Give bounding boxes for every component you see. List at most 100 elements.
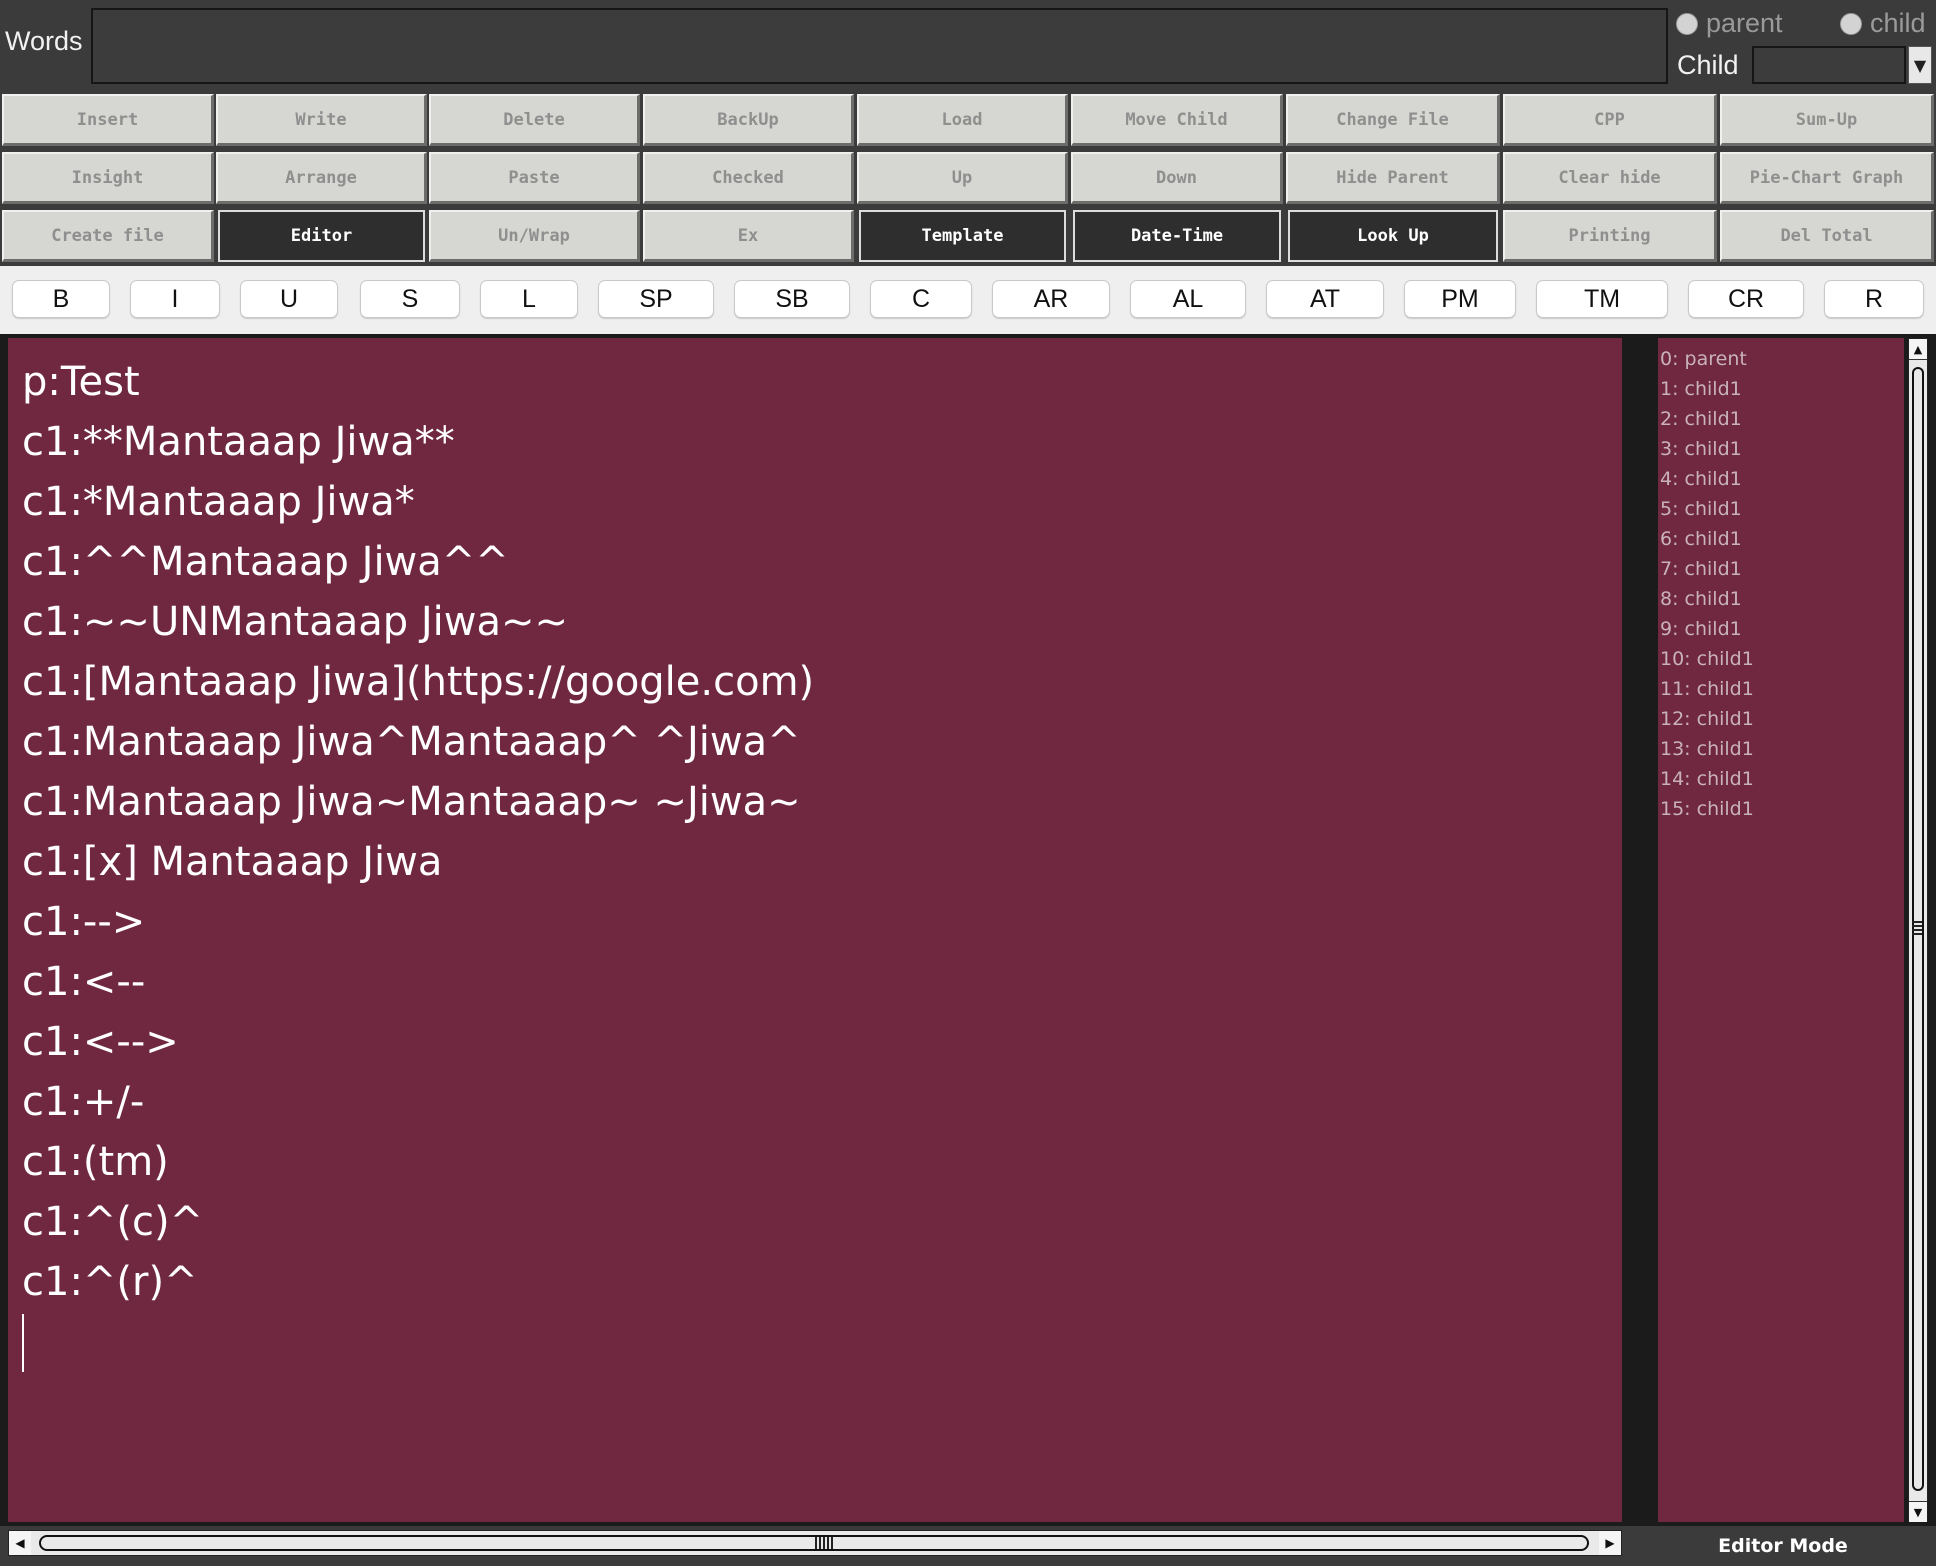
editor-line: c1:Mantaaap Jiwa~Mantaaap~ ~Jiwa~ [22, 779, 801, 825]
format-sp-button[interactable]: SP [598, 280, 714, 318]
format-bold-button[interactable]: B [12, 280, 110, 318]
editor-horizontal-scrollbar[interactable]: ◀ ▶ [8, 1530, 1622, 1556]
list-item[interactable]: 6: child1 [1658, 524, 1904, 554]
status-bar: Editor Mode [1630, 1526, 1936, 1562]
list-item[interactable]: 10: child1 [1658, 644, 1904, 674]
format-tm-button[interactable]: TM [1536, 280, 1668, 318]
change-file-button[interactable]: Change File [1286, 94, 1500, 146]
editor-button[interactable]: Editor [218, 210, 425, 262]
list-item[interactable]: 14: child1 [1658, 764, 1904, 794]
format-underline-button[interactable]: U [240, 280, 338, 318]
create-file-button[interactable]: Create file [2, 210, 214, 262]
editor-textarea[interactable]: p:Test c1:**Mantaaap Jiwa** c1:*Mantaaap… [8, 338, 1622, 1522]
list-item[interactable]: 2: child1 [1658, 404, 1904, 434]
insight-button[interactable]: Insight [2, 152, 214, 204]
child-select-dropdown-button[interactable]: ▼ [1908, 46, 1932, 84]
radio-child-label: child [1870, 8, 1926, 38]
format-strike-button[interactable]: S [360, 280, 460, 318]
editor-line: c1:Mantaaap Jiwa^Mantaaap^ ^Jiwa^ [22, 719, 801, 765]
editor-line: c1:(tm) [22, 1139, 169, 1185]
pie-chart-graph-button[interactable]: Pie-Chart Graph [1720, 152, 1934, 204]
hide-parent-button[interactable]: Hide Parent [1286, 152, 1500, 204]
printing-button[interactable]: Printing [1503, 210, 1717, 262]
scroll-up-arrow-icon[interactable]: ▲ [1909, 339, 1927, 360]
scroll-down-arrow-icon[interactable]: ▼ [1909, 1501, 1927, 1522]
editor-line: c1:--> [22, 899, 146, 945]
radio-parent[interactable]: parent [1676, 8, 1783, 39]
mode-status-label: Editor Mode [1718, 1535, 1848, 1557]
editor-line: c1:<-- [22, 959, 146, 1005]
sum-up-button[interactable]: Sum-Up [1720, 94, 1934, 146]
insert-button[interactable]: Insert [2, 94, 214, 146]
format-cr-button[interactable]: CR [1688, 280, 1804, 318]
scroll-grip-icon[interactable] [815, 1537, 835, 1549]
scroll-grip-icon[interactable] [1912, 921, 1922, 935]
format-italic-button[interactable]: I [130, 280, 220, 318]
format-at-button[interactable]: AT [1266, 280, 1384, 318]
radio-child-icon [1840, 12, 1862, 35]
list-item[interactable]: 9: child1 [1658, 614, 1904, 644]
ex-button[interactable]: Ex [643, 210, 854, 262]
words-input[interactable] [91, 8, 1668, 84]
format-c-button[interactable]: C [870, 280, 972, 318]
template-button[interactable]: Template [859, 210, 1066, 262]
paste-button[interactable]: Paste [429, 152, 640, 204]
command-grid: Insert Write Delete BackUp Load Move Chi… [0, 92, 1936, 266]
editor-line: p:Test [22, 359, 140, 405]
format-ar-button[interactable]: AR [992, 280, 1110, 318]
write-button[interactable]: Write [216, 94, 427, 146]
checked-button[interactable]: Checked [643, 152, 854, 204]
editor-line: c1:+/- [22, 1079, 145, 1125]
format-al-button[interactable]: AL [1130, 280, 1246, 318]
radio-parent-icon [1676, 12, 1698, 35]
date-time-button[interactable]: Date-Time [1073, 210, 1281, 262]
unwrap-button[interactable]: Un/Wrap [429, 210, 640, 262]
list-item[interactable]: 1: child1 [1658, 374, 1904, 404]
scroll-track[interactable] [39, 1535, 1589, 1551]
down-button[interactable]: Down [1071, 152, 1283, 204]
scroll-right-arrow-icon[interactable]: ▶ [1599, 1531, 1621, 1555]
clear-hide-button[interactable]: Clear hide [1503, 152, 1717, 204]
list-item[interactable]: 12: child1 [1658, 704, 1904, 734]
del-total-button[interactable]: Del Total [1720, 210, 1934, 262]
radio-parent-label: parent [1706, 8, 1783, 38]
list-item[interactable]: 4: child1 [1658, 464, 1904, 494]
child-select[interactable] [1752, 46, 1906, 84]
list-item[interactable]: 7: child1 [1658, 554, 1904, 584]
delete-button[interactable]: Delete [429, 94, 640, 146]
list-item[interactable]: 11: child1 [1658, 674, 1904, 704]
editor-line: c1:^(c)^ [22, 1199, 204, 1245]
cpp-button[interactable]: CPP [1503, 94, 1717, 146]
editor-line: c1:^^Mantaaap Jiwa^^ [22, 539, 509, 585]
child-label: Child [1677, 50, 1739, 80]
child-list-vertical-scrollbar[interactable]: ▲ ▼ [1908, 338, 1928, 1522]
chevron-down-icon: ▼ [1913, 55, 1927, 75]
child-list[interactable]: 0: parent 1: child1 2: child1 3: child1 … [1658, 338, 1904, 1522]
words-bar: Words parent child Child ▼ [0, 0, 1936, 92]
format-r-button[interactable]: R [1824, 280, 1924, 318]
look-up-button[interactable]: Look Up [1288, 210, 1498, 262]
up-button[interactable]: Up [857, 152, 1068, 204]
editor-line: c1:*Mantaaap Jiwa* [22, 479, 415, 525]
arrange-button[interactable]: Arrange [216, 152, 427, 204]
format-pm-button[interactable]: PM [1404, 280, 1516, 318]
editor-line: c1:**Mantaaap Jiwa** [22, 419, 455, 465]
format-sb-button[interactable]: SB [734, 280, 850, 318]
list-item[interactable]: 8: child1 [1658, 584, 1904, 614]
list-item[interactable]: 15: child1 [1658, 794, 1904, 824]
move-child-button[interactable]: Move Child [1071, 94, 1283, 146]
backup-button[interactable]: BackUp [643, 94, 854, 146]
list-item[interactable]: 5: child1 [1658, 494, 1904, 524]
load-button[interactable]: Load [857, 94, 1068, 146]
scroll-left-arrow-icon[interactable]: ◀ [9, 1531, 31, 1555]
list-item[interactable]: 3: child1 [1658, 434, 1904, 464]
list-item[interactable]: 0: parent [1658, 344, 1904, 374]
editor-line: c1:[x] Mantaaap Jiwa [22, 839, 443, 885]
format-toolbar: B I U S L SP SB C AR AL AT PM TM CR R [0, 266, 1936, 334]
radio-child[interactable]: child [1840, 8, 1926, 39]
words-label: Words [5, 26, 83, 56]
format-l-button[interactable]: L [480, 280, 578, 318]
editor-line: c1:~~UNMantaaap Jiwa~~ [22, 599, 569, 645]
list-item[interactable]: 13: child1 [1658, 734, 1904, 764]
editor-line: c1:^(r)^ [22, 1259, 198, 1305]
